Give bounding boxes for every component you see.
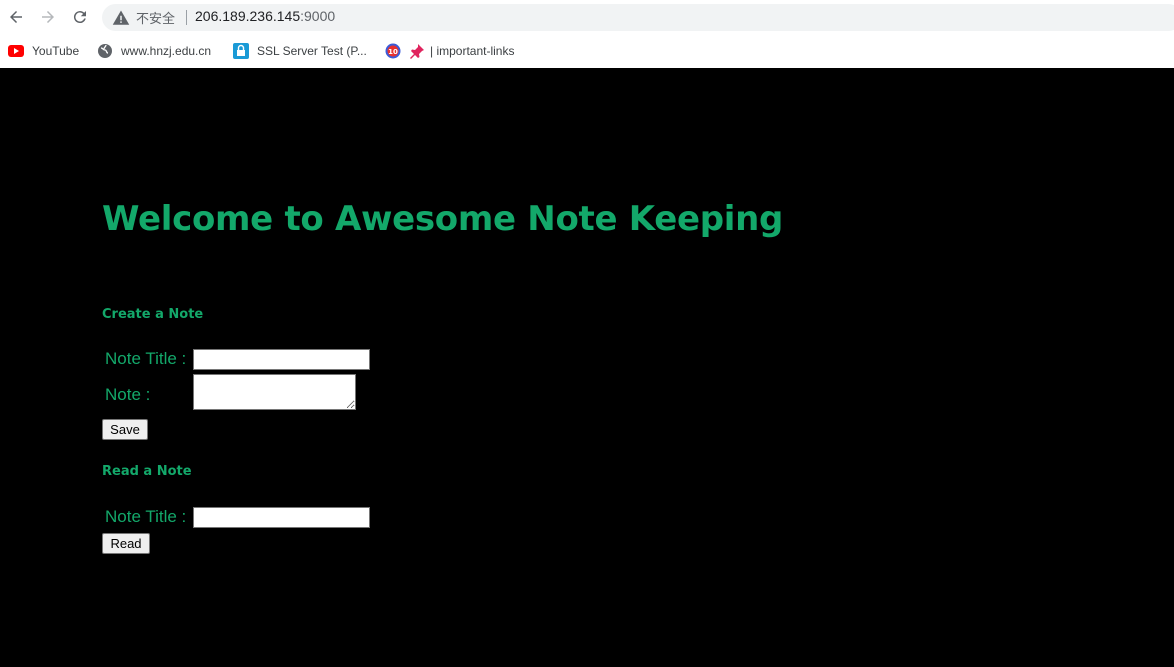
bookmark-label: YouTube (32, 44, 80, 58)
note-textarea[interactable] (193, 374, 356, 410)
url-host: 206.189.236.145 (195, 8, 301, 24)
url-text: 206.189.236.145:9000 (195, 8, 335, 24)
youtube-icon (8, 45, 24, 57)
create-note-heading: Create a Note (102, 307, 204, 322)
page-body: Welcome to Awesome Note Keeping Create a… (0, 68, 1174, 667)
note-title-input[interactable] (193, 349, 370, 370)
bookmarks-bar: YouTube www.hnzj.edu.cn SSL Server Test … (0, 37, 1174, 65)
save-button[interactable]: Save (102, 419, 148, 440)
bookmark-label: | important-links (430, 44, 515, 58)
browser-toolbar: 不安全 206.189.236.145:9000 (0, 0, 1174, 35)
not-secure-label: 不安全 (136, 12, 176, 27)
bookmark-youtube[interactable]: YouTube (8, 41, 79, 61)
forward-button[interactable] (36, 5, 60, 29)
bookmark-important-links[interactable]: | important-links (409, 41, 514, 61)
back-button[interactable] (4, 5, 28, 29)
read-note-title-input[interactable] (193, 507, 370, 528)
bookmark-label: www.hnzj.edu.cn (121, 44, 212, 58)
bookmark-timer[interactable]: 10 (385, 41, 409, 61)
bookmark-label: SSL Server Test (P... (257, 44, 367, 58)
browser-chrome: 不安全 206.189.236.145:9000 YouTube www.hnz… (0, 0, 1174, 68)
note-label: Note : (105, 385, 151, 404)
svg-text:10: 10 (388, 48, 398, 56)
url-port: :9000 (300, 8, 336, 24)
arrow-left-icon (10, 11, 22, 23)
page-title: Welcome to Awesome Note Keeping (102, 199, 784, 239)
read-note-heading: Read a Note (102, 464, 192, 479)
reload-icon (73, 11, 86, 24)
warning-icon (112, 10, 130, 25)
address-bar[interactable]: 不安全 206.189.236.145:9000 (102, 4, 1174, 31)
bookmark-ssl-test[interactable]: SSL Server Test (P... (233, 41, 367, 61)
arrow-right-icon (42, 11, 54, 23)
read-note-title-label: Note Title : (105, 507, 187, 526)
pin-icon (410, 44, 424, 59)
lock-icon (233, 43, 249, 59)
address-separator (186, 10, 187, 25)
read-button[interactable]: Read (102, 533, 150, 554)
note-title-label: Note Title : (105, 349, 187, 368)
timer-icon: 10 (385, 43, 401, 59)
reload-button[interactable] (68, 5, 92, 29)
globe-icon (98, 44, 112, 58)
bookmark-hnzj[interactable]: www.hnzj.edu.cn (97, 41, 211, 61)
